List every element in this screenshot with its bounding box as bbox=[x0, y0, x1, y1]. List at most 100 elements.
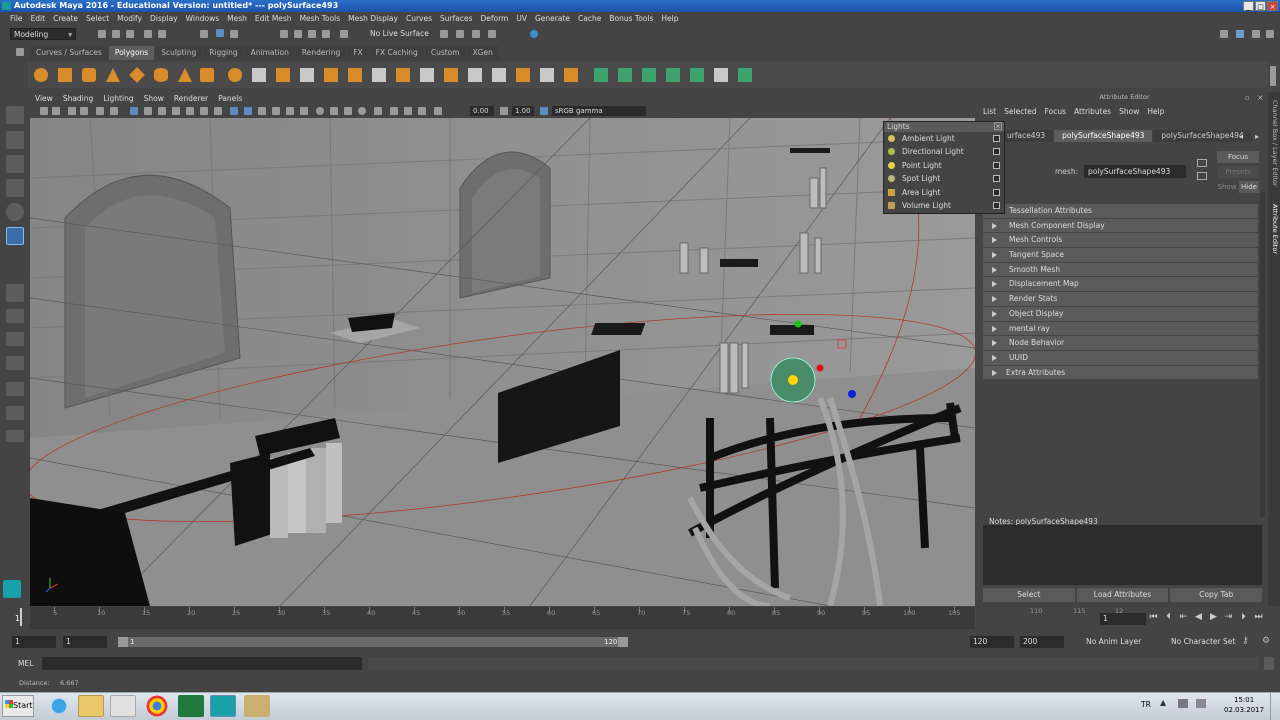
shelf-tab-fx-caching[interactable]: FX Caching bbox=[369, 46, 424, 60]
safe-title-icon[interactable] bbox=[214, 107, 222, 115]
media-player-icon[interactable] bbox=[110, 695, 136, 717]
poly-sphere-icon[interactable] bbox=[34, 68, 48, 82]
ae-menu-attributes[interactable]: Attributes bbox=[1070, 106, 1115, 117]
copy-tab-button[interactable]: Copy Tab bbox=[1170, 588, 1263, 602]
mel-label[interactable]: MEL bbox=[18, 659, 33, 668]
boolean-icon[interactable] bbox=[324, 68, 338, 82]
attribute-editor-toggle-icon[interactable] bbox=[1236, 30, 1244, 38]
insert-edge-loop-icon[interactable] bbox=[468, 68, 482, 82]
light-option-checkbox[interactable] bbox=[993, 175, 1000, 183]
character-set-dropdown[interactable]: No Character Set bbox=[1171, 637, 1235, 646]
planar-mapping-icon[interactable] bbox=[594, 68, 608, 82]
light-item-spot[interactable]: Spot Light bbox=[884, 172, 1004, 185]
hide-button[interactable]: Hide bbox=[1239, 181, 1259, 193]
channel-box-tab[interactable]: Channel Box / Layer Editor bbox=[1269, 100, 1279, 187]
light-option-checkbox[interactable] bbox=[993, 188, 1000, 196]
anim-layer-dropdown[interactable]: No Anim Layer bbox=[1086, 637, 1141, 646]
tab-scroll-left-icon[interactable]: ◂ bbox=[1239, 132, 1243, 141]
ae-menu-show[interactable]: Show bbox=[1115, 106, 1143, 117]
layout-persp-graph-icon[interactable] bbox=[6, 356, 24, 370]
step-forward-frame-icon[interactable]: ⏵ bbox=[1238, 612, 1249, 622]
focus-button[interactable]: Focus bbox=[1217, 151, 1259, 163]
section-mesh-controls[interactable]: Mesh Controls bbox=[983, 233, 1258, 249]
menu-help[interactable]: Help bbox=[657, 12, 682, 25]
xray-icon[interactable] bbox=[390, 107, 398, 115]
automatic-mapping-icon[interactable] bbox=[666, 68, 680, 82]
depth-of-field-icon[interactable] bbox=[358, 107, 366, 115]
select-by-component-icon[interactable] bbox=[230, 30, 238, 38]
open-scene-icon[interactable] bbox=[112, 30, 120, 38]
command-input[interactable] bbox=[42, 657, 362, 670]
target-weld-icon[interactable] bbox=[540, 68, 554, 82]
scale-tool-icon[interactable] bbox=[6, 227, 24, 245]
poly-pipe-icon[interactable] bbox=[200, 68, 214, 82]
clock-time[interactable]: 15:01 bbox=[1234, 696, 1254, 704]
smooth-icon[interactable] bbox=[300, 68, 314, 82]
step-forward-key-icon[interactable]: ⇥ bbox=[1223, 612, 1234, 622]
new-scene-icon[interactable] bbox=[98, 30, 106, 38]
range-start-handle[interactable] bbox=[118, 637, 128, 647]
range-end-handle[interactable] bbox=[618, 637, 628, 647]
mesh-name-field[interactable]: polySurfaceShape493 bbox=[1084, 165, 1186, 178]
light-item-volume[interactable]: Volume Light bbox=[884, 199, 1004, 212]
field-chart-icon[interactable] bbox=[186, 107, 194, 115]
step-back-key-icon[interactable]: ⇤ bbox=[1178, 612, 1189, 622]
multi-cut-icon[interactable] bbox=[492, 68, 506, 82]
playhead[interactable] bbox=[20, 608, 22, 626]
section-smooth-mesh[interactable]: Smooth Mesh bbox=[983, 262, 1258, 278]
motion-blur-icon[interactable] bbox=[330, 107, 338, 115]
save-scene-icon[interactable] bbox=[126, 30, 134, 38]
ipr-render-icon[interactable] bbox=[456, 30, 464, 38]
menu-cache[interactable]: Cache bbox=[574, 12, 605, 25]
separate-icon[interactable] bbox=[276, 68, 290, 82]
layout-menu-icon[interactable] bbox=[6, 430, 24, 442]
clock-date[interactable]: 02.03.2017 bbox=[1224, 706, 1264, 714]
close-button[interactable]: × bbox=[1267, 1, 1278, 11]
close-panel-icon[interactable]: × bbox=[1257, 93, 1265, 102]
shelf-tab-xgen[interactable]: XGen bbox=[466, 46, 499, 60]
section-object-display[interactable]: Object Display bbox=[983, 306, 1258, 322]
undo-icon[interactable] bbox=[144, 30, 152, 38]
go-to-start-icon[interactable]: ⏮ bbox=[1148, 612, 1159, 622]
collapse-icon[interactable] bbox=[564, 68, 578, 82]
redo-icon[interactable] bbox=[158, 30, 166, 38]
extrude-icon[interactable] bbox=[372, 68, 386, 82]
viewport-menu-renderer[interactable]: Renderer bbox=[169, 93, 213, 104]
play-backwards-icon[interactable]: ◀ bbox=[1193, 612, 1204, 622]
maximize-button[interactable]: □ bbox=[1255, 1, 1266, 11]
show-button[interactable]: Show bbox=[1217, 181, 1237, 193]
layout-hypershade-icon[interactable] bbox=[6, 406, 24, 420]
poly-torus-icon[interactable] bbox=[154, 68, 168, 82]
shelf-tab-polygons[interactable]: Polygons bbox=[108, 46, 155, 60]
playback-start-field[interactable]: 1 bbox=[63, 636, 107, 648]
light-item-ambient[interactable]: Ambient Light bbox=[884, 132, 1004, 145]
light-item-point[interactable]: Point Light bbox=[884, 159, 1004, 172]
exposure-icon[interactable] bbox=[434, 107, 442, 115]
wireframe-on-shaded-icon[interactable] bbox=[258, 107, 266, 115]
menu-curves[interactable]: Curves bbox=[402, 12, 436, 25]
textured-icon[interactable] bbox=[272, 107, 280, 115]
menu-edit-mesh[interactable]: Edit Mesh bbox=[251, 12, 296, 25]
viewport-menu-shading[interactable]: Shading bbox=[58, 93, 98, 104]
menu-windows[interactable]: Windows bbox=[182, 12, 223, 25]
light-option-checkbox[interactable] bbox=[993, 135, 1000, 142]
merge-icon[interactable] bbox=[516, 68, 530, 82]
camera-select-icon[interactable] bbox=[40, 107, 48, 115]
light-item-directional[interactable]: Directional Light bbox=[884, 145, 1004, 158]
gamma-field[interactable]: 1.00 bbox=[512, 106, 534, 116]
fill-hole-icon[interactable] bbox=[444, 68, 458, 82]
tab-scroll-right-icon[interactable]: ▸ bbox=[1255, 132, 1259, 141]
volume-icon[interactable] bbox=[1196, 699, 1206, 708]
layout-outliner-icon[interactable] bbox=[6, 382, 24, 396]
modeling-toolkit-icon[interactable] bbox=[1220, 30, 1228, 38]
shelf-scroll-icon[interactable] bbox=[1270, 66, 1276, 86]
section-uuid[interactable]: UUID bbox=[983, 350, 1258, 366]
use-all-lights-icon[interactable] bbox=[286, 107, 294, 115]
time-slider[interactable]: 5 10 15 20 25 30 35 40 45 50 55 60 65 70… bbox=[30, 607, 975, 629]
poly-platonic-icon[interactable] bbox=[228, 68, 242, 82]
poly-cube-icon[interactable] bbox=[58, 68, 72, 82]
shelf-tab-rendering[interactable]: Rendering bbox=[295, 46, 347, 60]
screen-space-ao-icon[interactable] bbox=[316, 107, 324, 115]
perspective-viewport[interactable] bbox=[30, 118, 975, 606]
animation-preferences-icon[interactable]: ⚙ bbox=[1262, 636, 1270, 646]
